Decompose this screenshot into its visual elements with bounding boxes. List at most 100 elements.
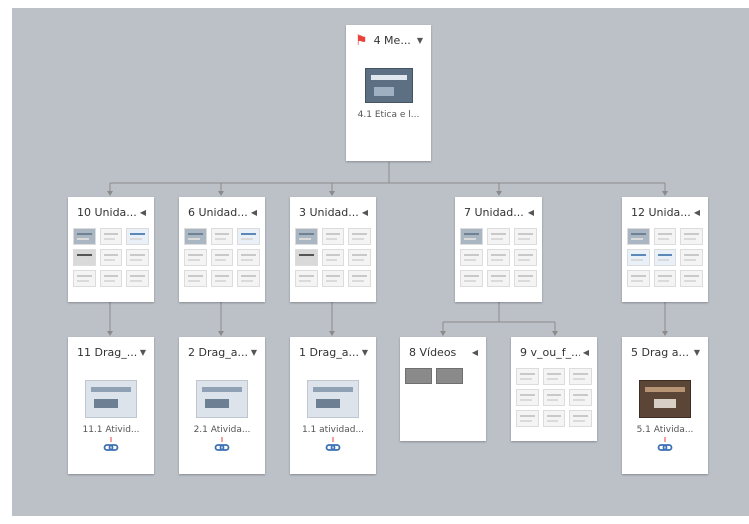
slide-thumbnail[interactable] [653, 228, 677, 245]
slide-thumbnail[interactable] [295, 228, 318, 245]
node-header[interactable]: 6 Unidad... ◀ [179, 197, 265, 228]
slide-thumbnail[interactable] [516, 368, 539, 385]
slide-thumbnail[interactable] [126, 270, 149, 287]
slide-thumbnail[interactable] [487, 249, 510, 266]
slide-thumbnail[interactable] [295, 270, 318, 287]
slide-thumbnail[interactable] [348, 270, 371, 287]
node-root[interactable]: ⚑ 4 Me... ▼ 4.1 Ética e l... [346, 25, 431, 161]
chevron-down-icon[interactable]: ▼ [362, 348, 368, 357]
node-videos-8[interactable]: 8 Vídeos ◀ [400, 337, 486, 441]
node-drag-11[interactable]: 11 Drag_... ▼ 11.1 Ativid... [68, 337, 154, 474]
slide-thumbnail[interactable] [514, 249, 537, 266]
node-unidade-10[interactable]: 10 Unida... ◀ [68, 197, 154, 302]
slide-thumbnail[interactable] [184, 228, 207, 245]
page-thumbnail[interactable] [307, 380, 359, 418]
slide-thumbnail[interactable] [321, 249, 345, 266]
slide-thumbnail[interactable] [569, 368, 592, 385]
slide-thumbnail[interactable] [73, 249, 96, 266]
slide-thumbnail[interactable] [627, 228, 650, 245]
chevron-left-icon[interactable]: ◀ [694, 208, 700, 217]
link-icon[interactable] [68, 437, 154, 455]
slide-thumbnail[interactable] [210, 249, 234, 266]
slide-thumbnail[interactable] [99, 228, 123, 245]
node-header[interactable]: ⚑ 4 Me... ▼ [346, 25, 431, 56]
node-header[interactable]: 7 Unidad... ◀ [455, 197, 542, 228]
slide-thumbnail[interactable] [460, 270, 483, 287]
chevron-left-icon[interactable]: ◀ [472, 348, 478, 357]
slide-thumbnail[interactable] [210, 270, 234, 287]
slide-thumbnail[interactable] [569, 389, 592, 406]
slide-thumbnail[interactable] [99, 249, 123, 266]
chevron-left-icon[interactable]: ◀ [251, 208, 257, 217]
slide-thumbnail[interactable] [514, 270, 537, 287]
page-thumbnail[interactable] [196, 380, 248, 418]
node-unidade-3[interactable]: 3 Unidad... ◀ [290, 197, 376, 302]
slide-thumbnail[interactable] [210, 228, 234, 245]
chevron-down-icon[interactable]: ▼ [251, 348, 257, 357]
slide-thumbnail[interactable] [460, 249, 483, 266]
slide-thumbnail[interactable] [184, 249, 207, 266]
slide-thumbnail[interactable] [73, 270, 96, 287]
link-icon[interactable] [290, 437, 376, 455]
slide-thumbnail[interactable] [653, 249, 677, 266]
slide-thumbnail[interactable] [680, 228, 703, 245]
node-unidade-7[interactable]: 7 Unidad... ◀ [455, 197, 542, 302]
node-drag-5[interactable]: 5 Drag a... ▼ 5.1 Ativida... [622, 337, 708, 474]
chevron-left-icon[interactable]: ◀ [362, 208, 368, 217]
node-header[interactable]: 12 Unida... ◀ [622, 197, 708, 228]
node-header[interactable]: 9 v_ou_f_... ◀ [511, 337, 597, 368]
video-thumbnail[interactable] [436, 368, 463, 384]
slide-thumbnail[interactable] [569, 410, 592, 427]
slide-thumbnail[interactable] [542, 389, 566, 406]
node-v-ou-f-9[interactable]: 9 v_ou_f_... ◀ [511, 337, 597, 441]
slide-thumbnail[interactable] [514, 228, 537, 245]
chevron-left-icon[interactable]: ◀ [140, 208, 146, 217]
chevron-down-icon[interactable]: ▼ [694, 348, 700, 357]
slide-thumbnail[interactable] [73, 228, 96, 245]
node-header[interactable]: 2 Drag_a... ▼ [179, 337, 265, 368]
video-thumbnail[interactable] [405, 368, 432, 384]
slide-thumbnail[interactable] [487, 228, 510, 245]
chevron-left-icon[interactable]: ◀ [583, 348, 589, 357]
slide-thumbnail[interactable] [237, 228, 260, 245]
slide-thumbnail[interactable] [348, 249, 371, 266]
slide-thumbnail[interactable] [126, 228, 149, 245]
slide-thumbnail[interactable] [542, 368, 566, 385]
chevron-left-icon[interactable]: ◀ [528, 208, 534, 217]
node-header[interactable]: 3 Unidad... ◀ [290, 197, 376, 228]
slide-thumbnail[interactable] [99, 270, 123, 287]
slide-thumbnail[interactable] [542, 410, 566, 427]
slide-thumbnail[interactable] [627, 249, 650, 266]
node-unidade-12[interactable]: 12 Unida... ◀ [622, 197, 708, 302]
node-unidade-6[interactable]: 6 Unidad... ◀ [179, 197, 265, 302]
slide-thumbnail[interactable] [487, 270, 510, 287]
node-drag-2[interactable]: 2 Drag_a... ▼ 2.1 Ativida... [179, 337, 265, 474]
page-thumbnail[interactable] [364, 68, 413, 103]
slide-thumbnail[interactable] [627, 270, 650, 287]
node-header[interactable]: 8 Vídeos ◀ [400, 337, 486, 368]
link-icon[interactable] [179, 437, 265, 455]
chevron-down-icon[interactable]: ▼ [417, 36, 423, 45]
slide-thumbnail[interactable] [237, 270, 260, 287]
page-thumbnail[interactable] [639, 380, 691, 418]
node-drag-1[interactable]: 1 Drag_a... ▼ 1.1 atividad... [290, 337, 376, 474]
node-header[interactable]: 1 Drag_a... ▼ [290, 337, 376, 368]
slide-thumbnail[interactable] [348, 228, 371, 245]
slide-thumbnail[interactable] [237, 249, 260, 266]
node-header[interactable]: 11 Drag_... ▼ [68, 337, 154, 368]
node-header[interactable]: 10 Unida... ◀ [68, 197, 154, 228]
slide-thumbnail[interactable] [321, 270, 345, 287]
slide-thumbnail[interactable] [295, 249, 318, 266]
slide-thumbnail[interactable] [184, 270, 207, 287]
page-thumbnail[interactable] [85, 380, 137, 418]
slide-thumbnail[interactable] [680, 270, 703, 287]
slide-thumbnail[interactable] [321, 228, 345, 245]
node-header[interactable]: 5 Drag a... ▼ [622, 337, 708, 368]
slide-thumbnail[interactable] [516, 389, 539, 406]
chevron-down-icon[interactable]: ▼ [140, 348, 146, 357]
slide-thumbnail[interactable] [460, 228, 483, 245]
slide-thumbnail[interactable] [653, 270, 677, 287]
link-icon[interactable] [622, 437, 708, 455]
slide-thumbnail[interactable] [680, 249, 703, 266]
slide-thumbnail[interactable] [126, 249, 149, 266]
